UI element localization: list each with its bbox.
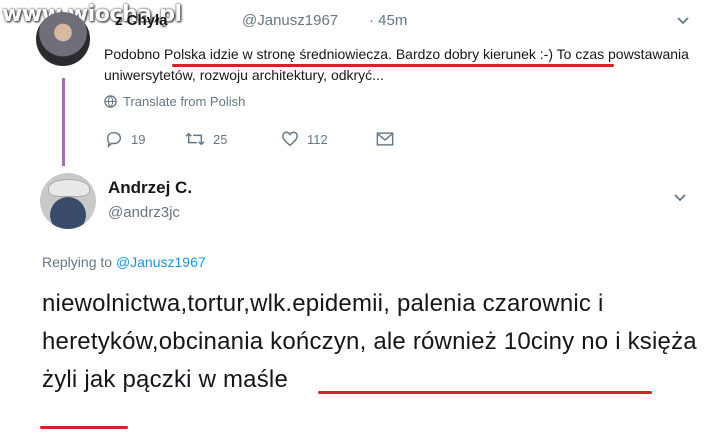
reply-button[interactable]: 19 [105,130,185,148]
author-name[interactable]: Andrzej C. [108,178,192,198]
reply-icon [106,131,122,148]
message-icon [376,132,394,146]
avatar[interactable] [36,12,90,66]
direct-message-button[interactable] [376,131,394,147]
replying-to: Replying to @Janusz1967 [42,254,206,270]
retweet-icon [185,132,205,146]
like-count: 112 [307,131,328,147]
author-name[interactable]: z Chyła [115,12,168,29]
avatar[interactable] [40,173,96,229]
tweet-timestamp[interactable]: · 45m [369,12,407,29]
tweet-actions: 19 25 112 [105,130,394,148]
translate-label[interactable]: Translate from Polish [123,94,245,109]
reply-count: 19 [131,131,146,147]
tweet-text: niewolnictwa,tortur,wlk.epidemii, paleni… [42,290,697,393]
hat-shape [48,179,90,197]
author-handle[interactable]: @Janusz1967 [242,12,338,29]
retweet-button[interactable]: 25 [185,130,281,148]
thread-connector [62,78,65,166]
chevron-down-icon[interactable] [673,191,687,205]
highlight-underline [40,426,128,429]
chevron-down-icon[interactable] [676,14,690,28]
retweet-count: 25 [213,131,228,147]
replying-prefix: Replying to [42,254,113,270]
heart-icon [282,131,298,147]
highlight-underline [172,64,614,67]
globe-icon [104,95,117,108]
like-button[interactable]: 112 [281,130,376,148]
translate-link[interactable]: Translate from Polish [104,94,245,109]
highlight-underline [318,391,652,394]
mention-link[interactable]: @Janusz1967 [116,254,206,270]
author-handle[interactable]: @andrz3jc [108,204,180,221]
